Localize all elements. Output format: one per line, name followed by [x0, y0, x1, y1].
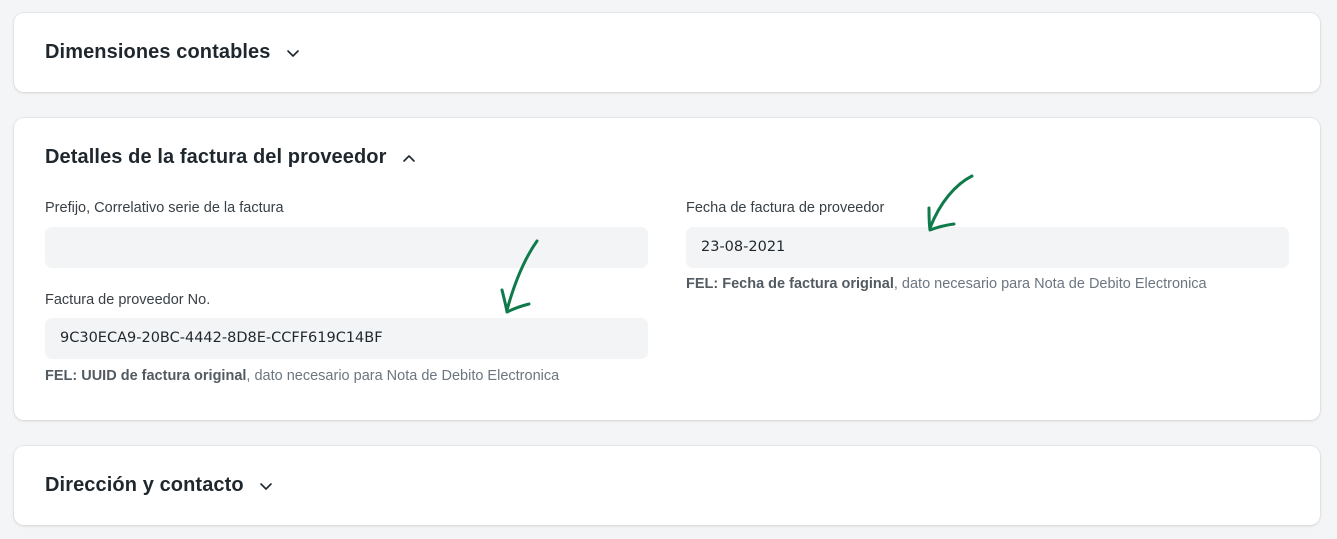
chevron-down-icon [285, 45, 301, 61]
accounting-dimensions-section: Dimensiones contables [14, 13, 1320, 92]
invoice-date-input[interactable] [686, 227, 1289, 268]
section-title: Dimensiones contables [45, 41, 271, 63]
prefix-label: Prefijo, Correlativo serie de la factura [45, 200, 284, 216]
supplier-invoice-toggle[interactable]: Detalles de la factura del proveedor [45, 146, 417, 169]
address-contact-section: Dirección y contacto [14, 446, 1320, 525]
help-rest: , dato necesario para Nota de Debito Ele… [246, 368, 560, 384]
section-title: Dirección y contacto [45, 474, 244, 496]
help-bold: FEL: UUID de factura original [45, 368, 247, 384]
invoice-number-label: Factura de proveedor No. [45, 292, 211, 308]
chevron-up-icon [401, 150, 417, 166]
invoice-number-input[interactable] [45, 318, 648, 359]
help-rest: , dato necesario para Nota de Debito Ele… [893, 276, 1207, 292]
address-contact-toggle[interactable]: Dirección y contacto [45, 474, 274, 497]
prefix-input[interactable] [45, 227, 648, 268]
invoice-number-help: FEL: UUID de factura original, dato nece… [45, 368, 559, 384]
section-title: Detalles de la factura del proveedor [45, 146, 387, 168]
help-bold: FEL: Fecha de factura original [686, 276, 894, 292]
supplier-invoice-section: Detalles de la factura del proveedor Pre… [14, 118, 1320, 420]
chevron-down-icon [258, 478, 274, 494]
invoice-date-label: Fecha de factura de proveedor [686, 200, 885, 216]
invoice-date-help: FEL: Fecha de factura original, dato nec… [686, 276, 1207, 292]
accounting-dimensions-toggle[interactable]: Dimensiones contables [45, 41, 301, 64]
